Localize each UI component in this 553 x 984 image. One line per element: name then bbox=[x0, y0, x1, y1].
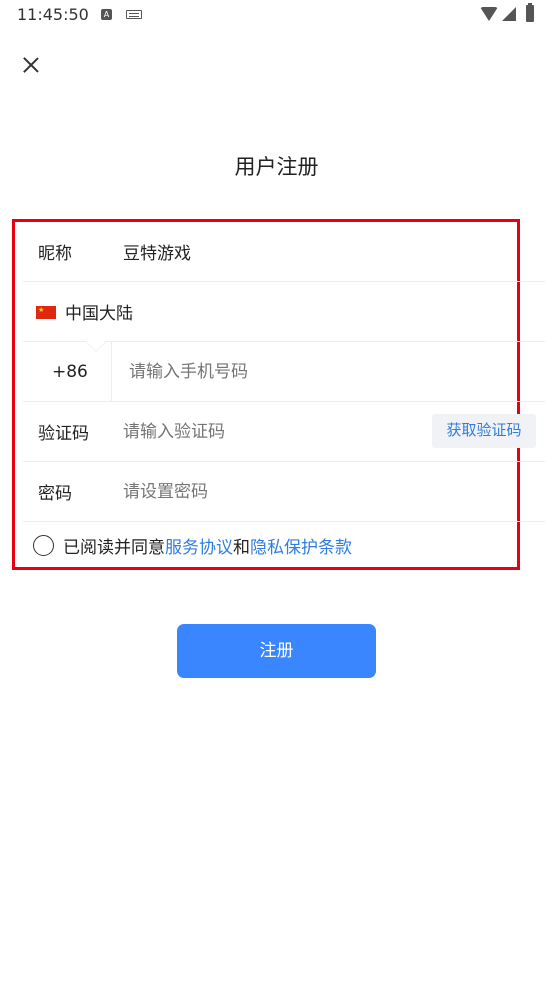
registration-form: 昵称 豆特游戏 ★ 中国大陆 +86 验证码 获取验证码 密码 已阅读并同意 服… bbox=[12, 219, 545, 570]
nickname-row: 昵称 豆特游戏 bbox=[23, 222, 545, 282]
get-code-button[interactable]: 获取验证码 bbox=[432, 414, 536, 448]
china-flag-icon: ★ bbox=[36, 306, 56, 319]
nickname-label: 昵称 bbox=[38, 244, 72, 264]
region-label: 中国大陆 bbox=[65, 304, 133, 324]
phone-row: +86 bbox=[23, 341, 545, 402]
agree-radio[interactable] bbox=[33, 535, 54, 556]
close-icon[interactable] bbox=[18, 52, 44, 78]
password-input[interactable] bbox=[123, 481, 403, 502]
privacy-policy-link[interactable]: 隐私保护条款 bbox=[250, 533, 352, 558]
nickname-field[interactable]: 豆特游戏 bbox=[123, 239, 191, 264]
service-agreement-link[interactable]: 服务协议 bbox=[165, 533, 233, 558]
divider bbox=[111, 342, 112, 401]
page-title: 用户注册 bbox=[234, 155, 319, 179]
battery-icon bbox=[526, 3, 534, 22]
register-button[interactable]: 注册 bbox=[177, 624, 376, 678]
status-bar: 11:45:50 A bbox=[0, 0, 553, 30]
country-code-prefix[interactable]: +86 bbox=[52, 362, 88, 382]
wifi-icon bbox=[480, 7, 498, 21]
verification-label: 验证码 bbox=[38, 424, 89, 444]
agreement: 已阅读并同意 服务协议 和 隐私保护条款 bbox=[33, 533, 352, 558]
verification-input[interactable] bbox=[123, 421, 403, 442]
keyboard-icon bbox=[126, 10, 142, 19]
phone-input[interactable] bbox=[129, 361, 409, 382]
verification-row: 验证码 获取验证码 bbox=[23, 402, 545, 462]
signal-icon bbox=[502, 7, 516, 21]
region-selector[interactable]: ★ 中国大陆 bbox=[23, 282, 545, 342]
password-label: 密码 bbox=[38, 484, 72, 504]
agreement-conjunction: 和 bbox=[233, 538, 250, 558]
password-row: 密码 bbox=[23, 462, 545, 522]
text-icon: A bbox=[101, 9, 112, 20]
agreement-text: 已阅读并同意 bbox=[63, 538, 165, 558]
status-time: 11:45:50 bbox=[17, 5, 89, 24]
